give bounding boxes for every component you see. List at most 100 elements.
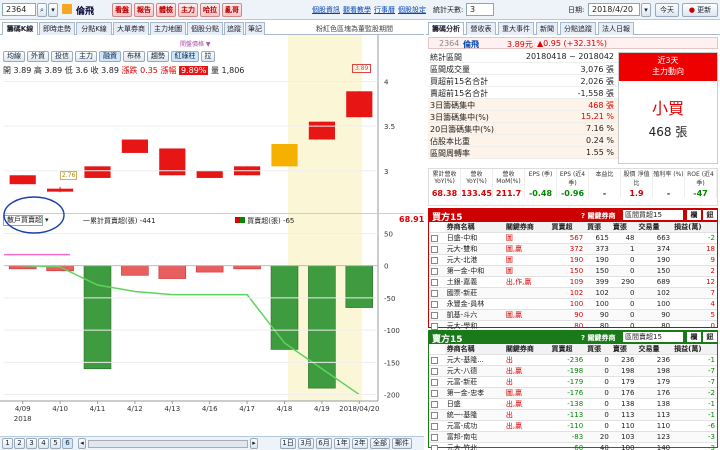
row-checkbox[interactable] xyxy=(431,433,438,441)
refresh-button[interactable]: ● 更新 xyxy=(682,3,718,17)
sell-panel-select[interactable]: 區間賣超15 xyxy=(623,332,683,342)
indicator-more[interactable]: 拉 xyxy=(201,51,215,62)
days-select[interactable]: 3 xyxy=(466,3,494,16)
page-2[interactable]: 2 xyxy=(14,438,25,449)
row-checkbox[interactable] xyxy=(431,356,438,364)
indicator-bollinger[interactable]: 布林 xyxy=(123,51,145,62)
table-row[interactable]: 永豐金-員林 100 100 0 100 4 xyxy=(429,298,717,310)
column-header[interactable]: 買賣超 xyxy=(549,344,586,355)
table-row[interactable]: 元大-基隆... 出 -236 0 236 236 -1 xyxy=(429,354,717,366)
buy-panel-select[interactable]: 區間買超15 xyxy=(623,210,683,220)
today-button[interactable]: 今天 xyxy=(655,3,679,17)
range-1d[interactable]: 1日 xyxy=(280,438,296,449)
scroll-left-icon[interactable]: ◂ xyxy=(78,438,86,449)
column-header[interactable]: 買張 xyxy=(585,222,611,233)
broker-name[interactable]: 富邦-南屯 xyxy=(444,431,504,443)
row-checkbox[interactable] xyxy=(431,234,438,242)
tab-notes[interactable]: 筆記 xyxy=(245,22,265,35)
broker-name[interactable]: 統一-基隆 xyxy=(444,409,504,421)
broker-name[interactable]: 元大-八德 xyxy=(444,365,504,377)
broker-name[interactable]: 凱基-斗六 xyxy=(444,309,504,321)
broker-name[interactable]: 元大-北港 xyxy=(444,254,504,266)
row-checkbox[interactable] xyxy=(431,256,438,264)
table-row[interactable]: 凱基-斗六 圖,贏 90 90 0 90 5 xyxy=(429,309,717,321)
table-row[interactable]: 元大-北港圖 190 190 0 190 9 xyxy=(429,254,717,266)
broker-name[interactable]: 元大-雙和 xyxy=(444,243,504,255)
column-header[interactable]: 買賣超 xyxy=(549,222,586,233)
broker-name[interactable]: 元富-新莊 xyxy=(444,376,504,388)
indicator-main[interactable]: 主力 xyxy=(75,51,97,62)
table-row[interactable]: 第一金-忠孝 圖,贏 -176 0 176 176 -2 xyxy=(429,387,717,399)
toolbar-button-2[interactable]: 體檢 xyxy=(156,3,176,17)
tab-big-broker[interactable]: 大單券商 xyxy=(113,22,149,35)
date-input[interactable]: 2018/4/20 xyxy=(588,3,640,16)
row-checkbox[interactable] xyxy=(431,422,438,430)
broker-name[interactable]: 元大-竹北 xyxy=(444,442,504,450)
column-header[interactable]: 券商名稱 xyxy=(444,222,504,233)
broker-name[interactable]: 日盛-中和 xyxy=(444,232,504,244)
horizontal-scrollbar[interactable] xyxy=(88,440,248,448)
table-row[interactable]: 日盛 出,贏 -138 0 138 138 -1 xyxy=(429,398,717,410)
tab-stock-branch[interactable]: 個股分點 xyxy=(187,22,223,35)
row-checkbox[interactable] xyxy=(431,245,438,253)
table-row[interactable]: 國票-新莊 102 102 0 102 7 xyxy=(429,287,717,299)
row-checkbox[interactable] xyxy=(431,267,438,275)
table-row[interactable]: 日盛-中和圖 567 615 48 663 -2 xyxy=(429,232,717,244)
row-checkbox[interactable] xyxy=(431,378,438,386)
tab-track[interactable]: 追蹤 xyxy=(224,22,244,35)
table-row[interactable]: 元大-雙和 圖,贏 372 373 1 374 18 xyxy=(429,243,717,255)
table-row[interactable]: 元富-新莊出 -179 0 179 179 -7 xyxy=(429,376,717,388)
row-checkbox[interactable] xyxy=(431,444,438,450)
page-3[interactable]: 3 xyxy=(26,438,37,449)
column-header[interactable]: 買張 xyxy=(585,344,611,355)
page-5[interactable]: 5 xyxy=(50,438,61,449)
favorite-icon[interactable] xyxy=(62,4,72,14)
tab-institution-daily[interactable]: 法人日報 xyxy=(598,22,634,35)
page-4[interactable]: 4 xyxy=(38,438,49,449)
range-3m[interactable]: 3月 xyxy=(298,438,314,449)
sell-panel-btn-button[interactable]: 鈕 xyxy=(703,332,717,342)
stock-code-input[interactable]: 2364 xyxy=(2,3,36,16)
indicator-margin[interactable]: 融資 xyxy=(99,51,121,62)
broker-name[interactable]: 第一金-中和 xyxy=(444,265,504,277)
scroll-right-icon[interactable]: ▸ xyxy=(250,438,258,449)
indicator-foreign[interactable]: 外資 xyxy=(27,51,49,62)
toolbar-button-5[interactable]: 亂哥 xyxy=(222,3,242,17)
tab-events[interactable]: 重大事件 xyxy=(498,22,534,35)
indicator-ma[interactable]: 均線 xyxy=(3,51,25,62)
table-row[interactable]: 元大-竹北 -60 40 100 140 -3 xyxy=(429,442,717,450)
row-checkbox[interactable] xyxy=(431,300,438,308)
tab-revenue[interactable]: 營收表 xyxy=(466,22,496,35)
tab-main-map[interactable]: 主力地圖 xyxy=(150,22,186,35)
range-6m[interactable]: 6月 xyxy=(316,438,332,449)
column-header[interactable]: 賣張 xyxy=(610,344,637,355)
column-header[interactable]: 交易量 xyxy=(636,222,673,233)
toolbar-button-4[interactable]: 哈拉 xyxy=(200,3,220,17)
broker-name[interactable]: 國票-新莊 xyxy=(444,287,504,299)
table-row[interactable]: 富邦-南屯 -83 20 103 123 -3 xyxy=(429,431,717,443)
column-header[interactable]: 券商名稱 xyxy=(444,344,504,355)
link-stock-info[interactable]: 個股資訊 xyxy=(312,5,340,15)
table-row[interactable]: 元富-成功 出,贏 -110 0 110 110 -6 xyxy=(429,420,717,432)
row-checkbox[interactable] xyxy=(431,367,438,375)
page-1[interactable]: 1 xyxy=(2,438,13,449)
indicator-trust[interactable]: 投信 xyxy=(51,51,73,62)
row-checkbox[interactable] xyxy=(431,289,438,297)
column-header[interactable]: 關鍵券商 xyxy=(503,222,550,233)
column-header[interactable]: 賣張 xyxy=(610,222,637,233)
table-row[interactable]: 第一金-中和圖 150 150 0 150 2 xyxy=(429,265,717,277)
tab-branch-track[interactable]: 分點追蹤 xyxy=(560,22,596,35)
toolbar-button-3[interactable]: 主力 xyxy=(178,3,198,17)
column-header[interactable]: 損益(萬) xyxy=(672,344,717,355)
column-header[interactable]: 關鍵券商 xyxy=(503,344,550,355)
row-checkbox[interactable] xyxy=(431,278,438,286)
toolbar-button-0[interactable]: 看盤 xyxy=(112,3,132,17)
row-checkbox[interactable] xyxy=(431,322,438,330)
table-row[interactable]: 元大-八德 出,贏 -198 0 198 198 -7 xyxy=(429,365,717,377)
link-stock-settings[interactable]: 個股設定 xyxy=(398,5,426,15)
table-row[interactable]: 土銀-嘉義 出,作,贏 109 399 290 689 12 xyxy=(429,276,717,288)
tab-news[interactable]: 新聞 xyxy=(536,22,558,35)
page-6[interactable]: 6 xyxy=(62,438,73,449)
broker-name[interactable]: 永豐金-員林 xyxy=(444,298,504,310)
row-checkbox[interactable] xyxy=(431,400,438,408)
